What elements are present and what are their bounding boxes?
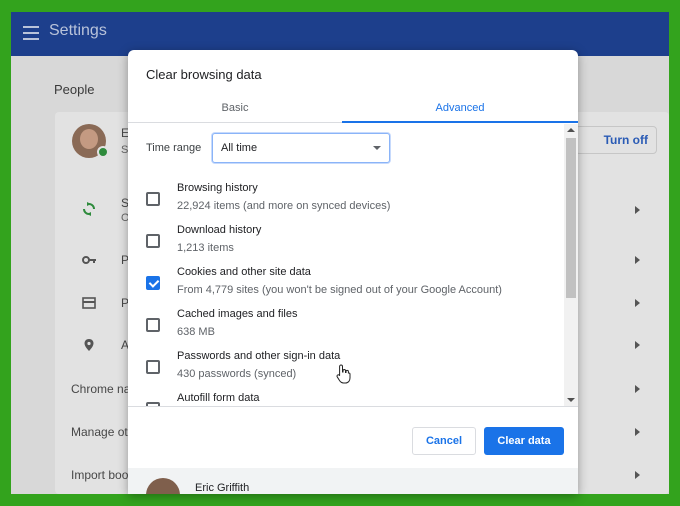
row-arrow-icon[interactable] <box>635 385 640 393</box>
tab-advanced[interactable]: Advanced <box>342 92 578 123</box>
option-description: 638 MB <box>177 326 215 338</box>
row-arrow-icon[interactable] <box>635 299 640 307</box>
chrome-name-row[interactable]: Chrome na <box>71 382 130 396</box>
option-label: Download history <box>177 224 262 236</box>
checkbox-cookies[interactable] <box>146 276 160 290</box>
scrollbar[interactable] <box>564 124 578 406</box>
checkbox-browsing-history[interactable] <box>146 192 160 206</box>
option-cached-images[interactable]: Cached images and files 638 MB <box>128 308 564 348</box>
scroll-up-icon[interactable] <box>567 128 575 132</box>
app-title: Settings <box>49 22 107 39</box>
dialog-title: Clear browsing data <box>146 67 262 82</box>
option-label: Browsing history <box>177 182 258 194</box>
row-arrow-icon[interactable] <box>635 206 640 214</box>
import-bookmarks-row[interactable]: Import boo <box>71 468 128 482</box>
avatar <box>146 478 180 494</box>
option-autofill[interactable]: Autofill form data <box>128 392 564 406</box>
row-arrow-icon[interactable] <box>635 256 640 264</box>
hamburger-menu-icon[interactable] <box>23 26 39 40</box>
account-strip: Eric Griffith <box>128 468 578 494</box>
tab-basic[interactable]: Basic <box>128 92 342 123</box>
turn-off-sync-button[interactable]: Turn off <box>575 126 657 154</box>
option-download-history[interactable]: Download history 1,213 items <box>128 224 564 264</box>
row-arrow-icon[interactable] <box>635 428 640 436</box>
dialog-tabs: Basic Advanced <box>128 92 578 123</box>
scroll-down-icon[interactable] <box>567 398 575 402</box>
dialog-footer: Cancel Clear data <box>128 406 578 468</box>
option-label: Cached images and files <box>177 308 298 320</box>
sync-badge-icon <box>97 146 109 158</box>
clear-data-button[interactable]: Clear data <box>484 427 564 455</box>
manage-other-people-row[interactable]: Manage ot <box>71 425 128 439</box>
option-browsing-history[interactable]: Browsing history 22,924 items (and more … <box>128 182 564 222</box>
checkbox-download-history[interactable] <box>146 234 160 248</box>
time-range-label: Time range <box>146 142 202 154</box>
account-name: Eric Griffith <box>195 482 250 494</box>
options-list[interactable]: Time range All time Browsing history 22,… <box>128 124 578 406</box>
option-cookies[interactable]: Cookies and other site data From 4,779 s… <box>128 266 564 306</box>
key-icon <box>82 256 96 264</box>
checkbox-passwords[interactable] <box>146 360 160 374</box>
location-pin-icon <box>84 339 94 351</box>
time-range-value: All time <box>221 142 258 154</box>
option-description: 1,213 items <box>177 242 234 254</box>
active-tab-indicator <box>342 121 578 123</box>
credit-card-icon <box>82 297 96 309</box>
checkbox-cached-images[interactable] <box>146 318 160 332</box>
hand-cursor-icon <box>336 364 351 384</box>
scrollbar-thumb[interactable] <box>566 138 576 298</box>
option-label: Cookies and other site data <box>177 266 311 278</box>
option-label: Autofill form data <box>177 392 260 404</box>
row-arrow-icon[interactable] <box>635 341 640 349</box>
clear-browsing-data-dialog: Clear browsing data Basic Advanced Time … <box>128 50 578 494</box>
option-description: 430 passwords (synced) <box>177 368 297 380</box>
time-range-select[interactable]: All time <box>212 133 390 163</box>
people-section-title: People <box>54 82 95 97</box>
sync-icon <box>83 202 95 216</box>
row-arrow-icon[interactable] <box>635 471 640 479</box>
option-description: From 4,779 sites (you won't be signed ou… <box>177 284 502 296</box>
cancel-button[interactable]: Cancel <box>412 427 476 455</box>
option-description: 22,924 items (and more on synced devices… <box>177 200 391 212</box>
chevron-down-icon <box>373 146 381 150</box>
option-label: Passwords and other sign-in data <box>177 350 341 362</box>
